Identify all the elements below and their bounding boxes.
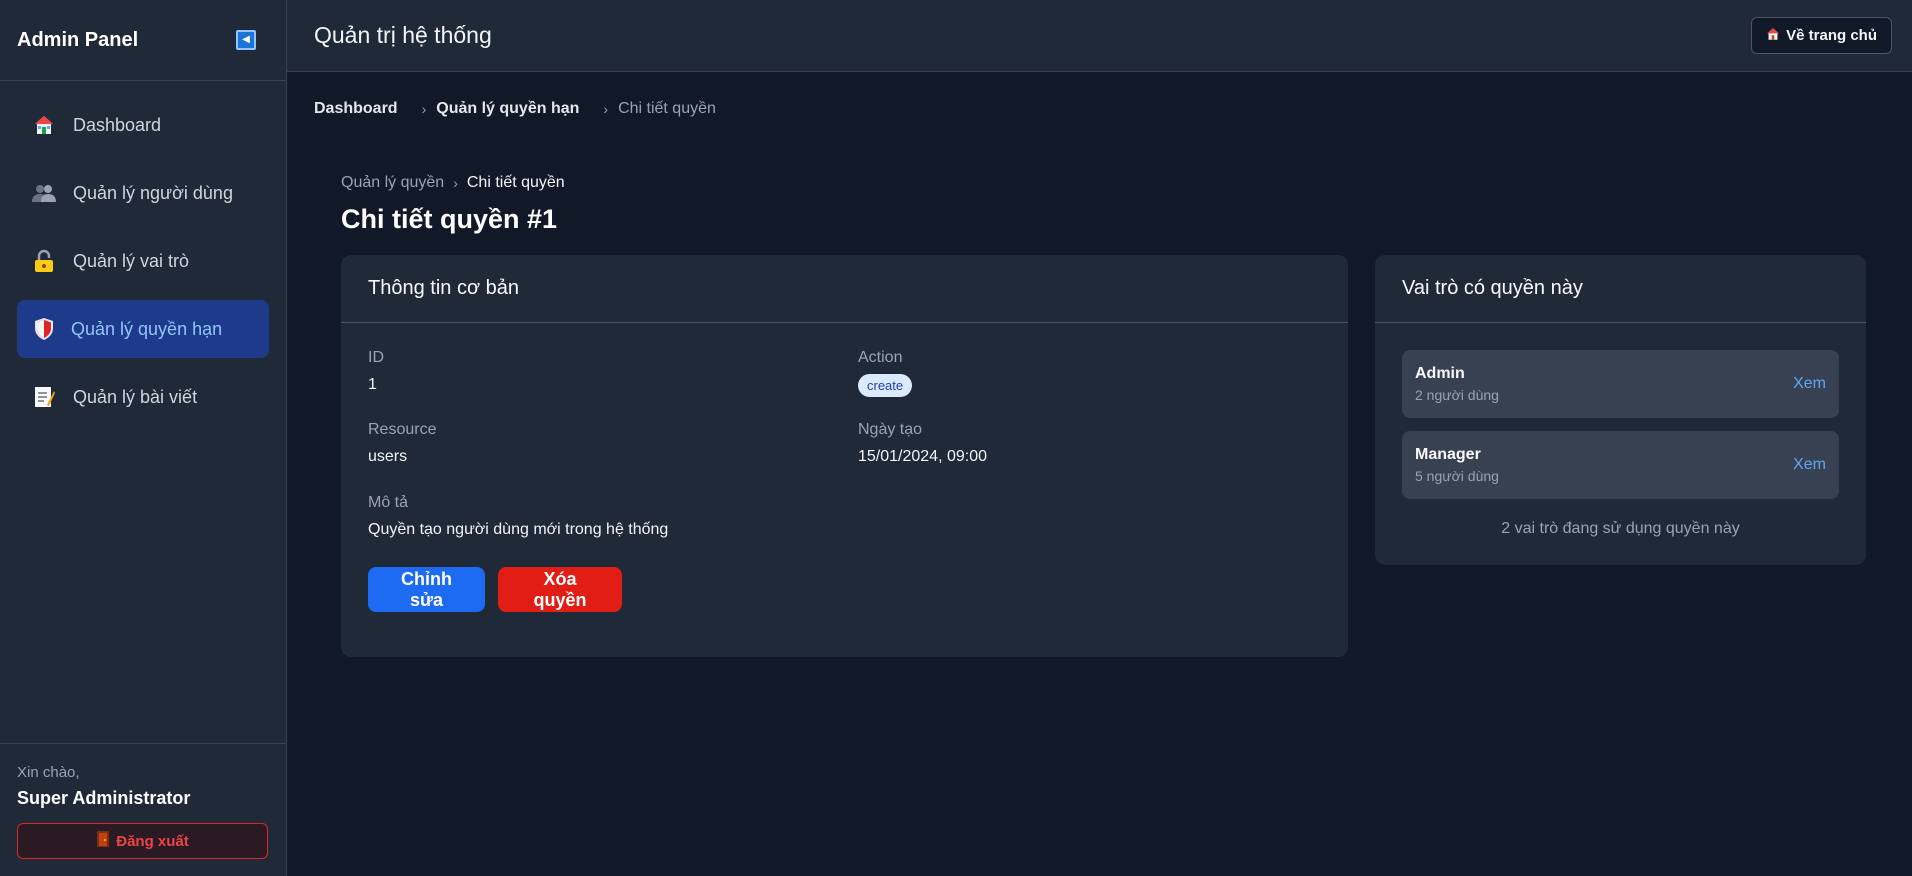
- chevron-right-icon: ›: [453, 175, 458, 191]
- logout-label: Đăng xuất: [116, 832, 189, 850]
- sidebar: Admin Panel ◀ Dashboard Quản lý người dù…: [0, 0, 287, 876]
- field-label: Mô tả: [368, 494, 409, 511]
- main-area: Quản trị hệ thống Về trang chủ Dashboard…: [287, 0, 1912, 876]
- page-content: Quản lý quyền › Chi tiết quyền Chi tiết …: [287, 146, 1912, 657]
- sidebar-item-label: Dashboard: [73, 114, 162, 135]
- field-value: Quyền tạo người dùng mới trong hệ thống: [368, 521, 669, 538]
- brand-title: Admin Panel: [17, 28, 139, 51]
- view-role-link[interactable]: Xem: [1793, 375, 1826, 393]
- role-info: Manager 5 người dùng: [1415, 446, 1499, 484]
- roles-header: Vai trò có quyền này: [1375, 255, 1866, 323]
- sidebar-item-label: Quản lý người dùng: [73, 182, 233, 203]
- page-title: Chi tiết quyền #1: [341, 204, 558, 234]
- basic-info-card: Thông tin cơ bản ID 1 Action create Reso…: [341, 255, 1348, 657]
- sidebar-footer: Xin chào, Super Administrator Đăng xuất: [0, 743, 286, 876]
- breadcrumb: Dashboard › Quản lý quyền hạn › Chi tiết…: [287, 72, 1912, 146]
- sidebar-item-roles[interactable]: Quản lý vai trò: [17, 232, 269, 290]
- delete-button[interactable]: Xóa quyền: [498, 567, 622, 612]
- field-id: ID 1: [368, 349, 858, 397]
- sidebar-item-label: Quản lý bài viết: [73, 386, 198, 407]
- app-root: Admin Panel ◀ Dashboard Quản lý người dù…: [0, 0, 1912, 876]
- chevron-right-icon: ›: [421, 101, 427, 117]
- chevron-right-icon: ›: [603, 101, 609, 117]
- inner-breadcrumb-link[interactable]: Quản lý quyền: [341, 174, 444, 192]
- sidebar-item-dashboard[interactable]: Dashboard: [17, 96, 269, 154]
- field-label: Ngày tạo: [858, 421, 923, 438]
- lock-icon: [31, 248, 57, 274]
- shield-icon: [31, 316, 57, 342]
- sidebar-item-label: Quản lý quyền hạn: [71, 318, 223, 339]
- field-label: Resource: [368, 421, 437, 438]
- role-user-count: 2 người dùng: [1415, 387, 1499, 403]
- breadcrumb-current: Chi tiết quyền: [618, 100, 716, 117]
- topbar: Quản trị hệ thống Về trang chủ: [287, 0, 1912, 72]
- inner-breadcrumb-current: Chi tiết quyền: [466, 174, 565, 191]
- logout-button[interactable]: Đăng xuất: [17, 823, 268, 859]
- home-button[interactable]: Về trang chủ: [1751, 17, 1892, 54]
- sidebar-nav: Dashboard Quản lý người dùng Quản lý vai…: [0, 81, 286, 743]
- role-info: Admin 2 người dùng: [1415, 365, 1499, 403]
- field-value: 15/01/2024, 09:00: [858, 448, 988, 465]
- content-grid: Thông tin cơ bản ID 1 Action create Reso…: [341, 255, 1866, 657]
- info-fields: ID 1 Action create Resource users Ngày t…: [368, 349, 1321, 466]
- breadcrumb-permissions[interactable]: Quản lý quyền hạn: [436, 100, 579, 118]
- roles-body: Admin 2 người dùng Xem Manager 5 người d…: [1375, 323, 1866, 565]
- role-name: Manager: [1415, 446, 1481, 463]
- field-resource: Resource users: [368, 421, 858, 466]
- users-icon: [31, 180, 57, 206]
- inner-breadcrumb: Quản lý quyền › Chi tiết quyền: [341, 174, 1866, 192]
- basic-info-header: Thông tin cơ bản: [341, 255, 1348, 323]
- username: Super Administrator: [17, 788, 191, 808]
- memo-icon: [31, 384, 57, 410]
- role-name: Admin: [1415, 365, 1465, 382]
- greeting-text: Xin chào,: [17, 764, 80, 781]
- field-value: users: [368, 448, 408, 465]
- field-action: Action create: [858, 349, 1321, 397]
- list-item: Admin 2 người dùng Xem: [1402, 350, 1839, 418]
- roles-card: Vai trò có quyền này Admin 2 người dùng …: [1375, 255, 1866, 565]
- sidebar-item-posts[interactable]: Quản lý bài viết: [17, 368, 269, 426]
- sidebar-header: Admin Panel ◀: [0, 0, 286, 81]
- sidebar-item-users[interactable]: Quản lý người dùng: [17, 164, 269, 222]
- field-label: ID: [368, 349, 384, 366]
- house-icon: [31, 112, 57, 138]
- roles-summary: 2 vai trò đang sử dụng quyền này: [1501, 520, 1740, 537]
- edit-button[interactable]: Chỉnh sửa: [368, 567, 485, 612]
- field-label: Action: [858, 349, 903, 366]
- view-role-link[interactable]: Xem: [1793, 456, 1826, 474]
- action-buttons: Chỉnh sửa Xóa quyền: [368, 567, 1321, 612]
- topbar-title: Quản trị hệ thống: [314, 22, 492, 48]
- sidebar-item-label: Quản lý vai trò: [73, 250, 190, 271]
- list-item: Manager 5 người dùng Xem: [1402, 431, 1839, 499]
- home-label: Về trang chủ: [1786, 27, 1877, 44]
- breadcrumb-dashboard[interactable]: Dashboard: [314, 100, 398, 118]
- collapse-sidebar-button[interactable]: ◀: [236, 30, 256, 50]
- field-created: Ngày tạo 15/01/2024, 09:00: [858, 421, 1321, 466]
- role-user-count: 5 người dùng: [1415, 468, 1499, 484]
- field-description: Mô tả Quyền tạo người dùng mới trong hệ …: [368, 494, 1321, 539]
- field-value: 1: [368, 376, 377, 393]
- action-badge: create: [858, 374, 913, 397]
- sidebar-item-permissions[interactable]: Quản lý quyền hạn: [17, 300, 269, 358]
- basic-info-body: ID 1 Action create Resource users Ngày t…: [341, 323, 1348, 638]
- door-icon: [96, 831, 110, 851]
- house-icon: [1766, 27, 1780, 45]
